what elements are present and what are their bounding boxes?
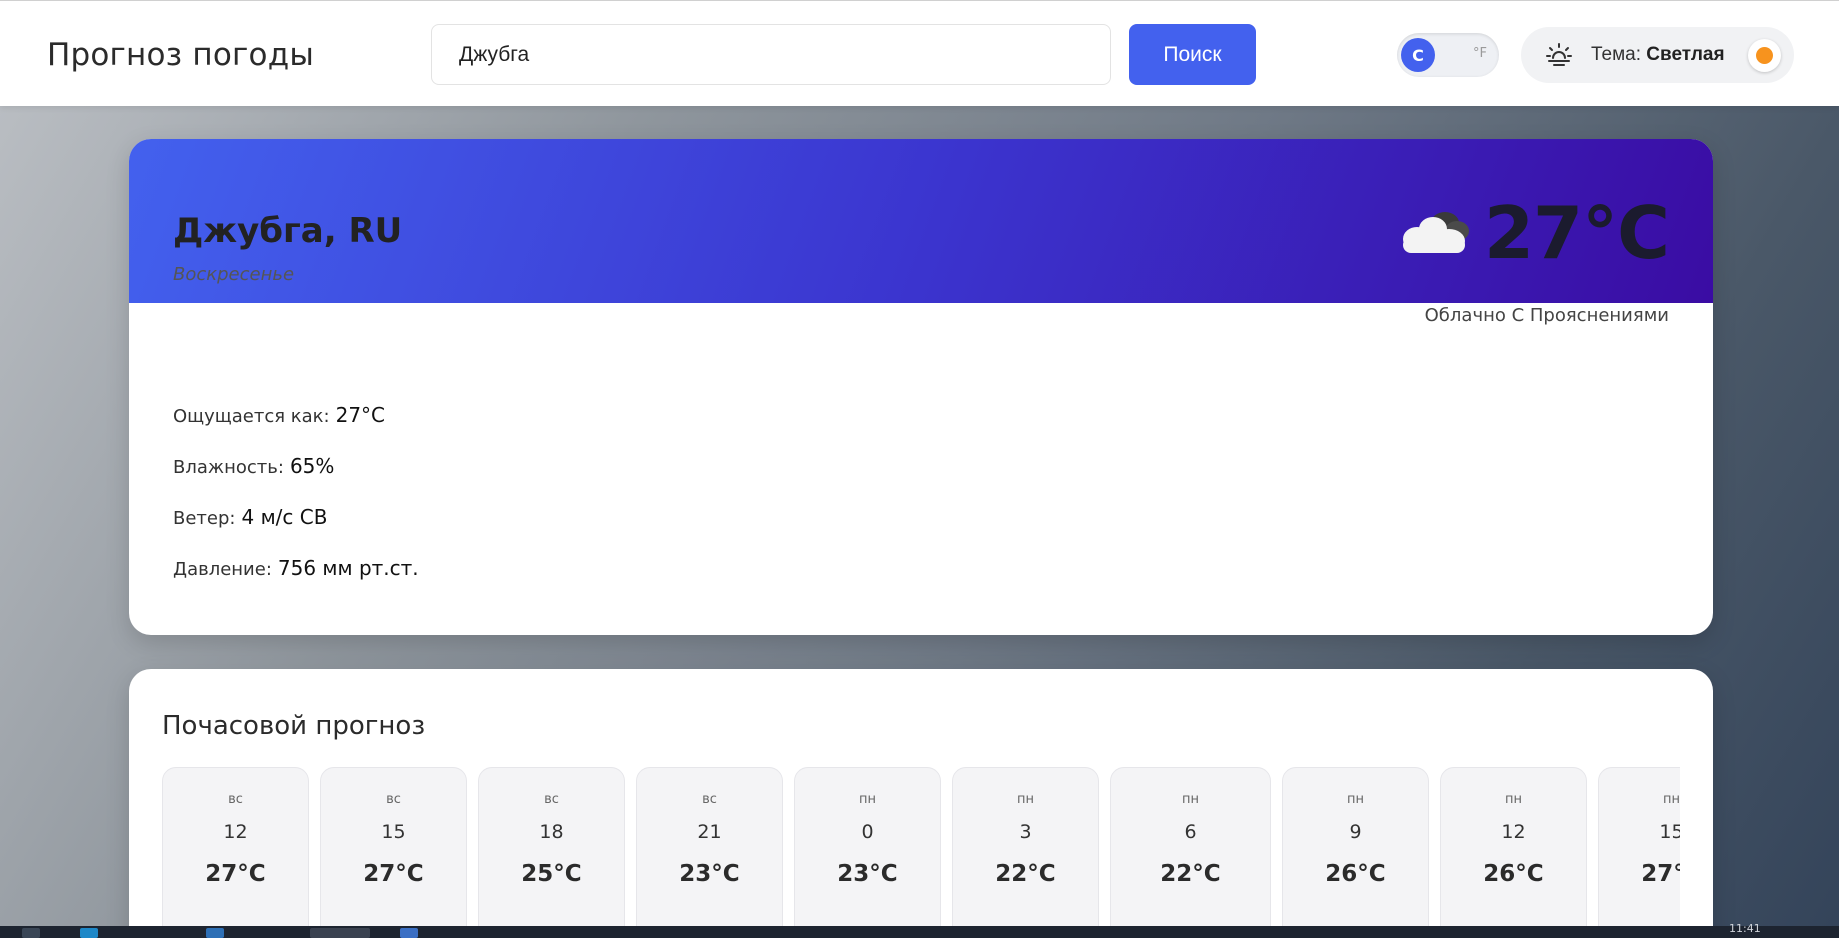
hour-day: вс <box>386 792 401 807</box>
theme-switch-knob[interactable] <box>1748 39 1781 72</box>
hour-item: вс 18 25°C <box>478 767 625 938</box>
hour-time: 6 <box>1184 821 1197 843</box>
hour-item: вс 15 27°C <box>320 767 467 938</box>
hourly-forecast-strip[interactable]: вс 12 27°C вс 15 27°C вс 18 25°C вс 21 2… <box>162 767 1680 938</box>
hour-time: 18 <box>539 821 564 843</box>
hour-temp: 23°C <box>679 861 740 887</box>
hour-day: пн <box>1182 792 1199 807</box>
theme-label: Тема: <box>1591 44 1642 65</box>
search-button[interactable]: Поиск <box>1129 24 1256 85</box>
hour-time: 0 <box>861 821 874 843</box>
browser-icon[interactable] <box>80 928 98 938</box>
hour-temp: 26°C <box>1483 861 1544 887</box>
hour-item: пн 15 27°C <box>1598 767 1680 938</box>
hour-day: пн <box>859 792 876 807</box>
start-icon[interactable] <box>22 928 40 938</box>
hour-day: пн <box>1505 792 1522 807</box>
hour-item: пн 9 26°C <box>1282 767 1429 938</box>
hour-temp: 23°C <box>837 861 898 887</box>
hour-day: вс <box>544 792 559 807</box>
hour-time: 15 <box>1659 821 1680 843</box>
taskbar-clock: 11:41 <box>1729 922 1761 935</box>
detail-pressure: Давление: 756 мм рт.ст. <box>173 556 419 607</box>
hour-item: вс 21 23°C <box>636 767 783 938</box>
hour-temp: 27°C <box>1641 861 1680 887</box>
hour-temp: 27°C <box>205 861 266 887</box>
hour-item: пн 12 26°C <box>1440 767 1587 938</box>
hour-item: пн 3 22°C <box>952 767 1099 938</box>
hourly-forecast-card: Почасовой прогноз вс 12 27°C вс 15 27°C … <box>129 669 1713 938</box>
hour-temp: 25°C <box>521 861 582 887</box>
detail-label: Влажность: <box>173 457 284 478</box>
unit-celsius-option[interactable]: C <box>1401 38 1435 72</box>
current-temperature: 27°C <box>1483 191 1670 275</box>
day-name: Воскресенье <box>173 264 295 285</box>
hour-time: 3 <box>1019 821 1032 843</box>
hour-temp: 22°C <box>995 861 1056 887</box>
hour-temp: 22°C <box>1160 861 1221 887</box>
hour-temp: 27°C <box>363 861 424 887</box>
hourly-forecast-title: Почасовой прогноз <box>162 711 426 741</box>
partly-cloudy-icon <box>1403 212 1469 253</box>
detail-value: 4 м/с СВ <box>241 505 328 529</box>
os-taskbar: 11:41 <box>0 922 1839 938</box>
weather-condition: Облачно С Прояснениями <box>1424 305 1669 326</box>
detail-wind: Ветер: 4 м/с СВ <box>173 505 419 556</box>
hour-time: 9 <box>1349 821 1362 843</box>
theme-text: Тема: Светлая <box>1591 44 1725 66</box>
detail-value: 65% <box>289 454 335 478</box>
detail-label: Давление: <box>173 559 272 580</box>
city-search-input[interactable] <box>431 24 1111 85</box>
theme-toggle[interactable]: Тема: Светлая <box>1521 27 1794 83</box>
detail-feels-like: Ощущается как: 27°C <box>173 403 419 454</box>
unit-fahrenheit-option[interactable]: °F <box>1473 46 1487 61</box>
theme-value: Светлая <box>1646 44 1725 65</box>
hour-time: 15 <box>381 821 406 843</box>
app-title: Прогноз погоды <box>47 37 315 73</box>
hour-day: вс <box>228 792 243 807</box>
active-app-icon[interactable] <box>310 928 370 938</box>
hour-time: 12 <box>223 821 248 843</box>
detail-label: Ветер: <box>173 508 236 529</box>
hour-day: пн <box>1663 792 1680 807</box>
hour-item: пн 6 22°C <box>1110 767 1271 938</box>
detail-value: 27°C <box>335 403 386 427</box>
hour-day: пн <box>1017 792 1034 807</box>
hour-day: пн <box>1347 792 1364 807</box>
brightness-icon <box>1546 43 1572 66</box>
hour-item: пн 0 23°C <box>794 767 941 938</box>
hour-time: 12 <box>1501 821 1526 843</box>
hour-item: вс 12 27°C <box>162 767 309 938</box>
hour-time: 21 <box>697 821 722 843</box>
current-weather-card: Джубга, RU Воскресенье 27°C Облачно С Пр… <box>129 139 1713 635</box>
unit-toggle[interactable]: C °F <box>1397 33 1499 77</box>
weather-details: Ощущается как: 27°C Влажность: 65% Ветер… <box>173 403 419 607</box>
detail-humidity: Влажность: 65% <box>173 454 419 505</box>
app-icon[interactable] <box>400 928 418 938</box>
app-header: Прогноз погоды Поиск C °F Тема: Светлая <box>0 0 1839 106</box>
hour-temp: 26°C <box>1325 861 1386 887</box>
current-weather-banner: Джубга, RU Воскресенье 27°C <box>129 139 1713 303</box>
city-name: Джубга, RU <box>173 211 403 251</box>
app-icon[interactable] <box>206 928 224 938</box>
hour-day: вс <box>702 792 717 807</box>
detail-value: 756 мм рт.ст. <box>277 556 419 580</box>
detail-label: Ощущается как: <box>173 406 330 427</box>
